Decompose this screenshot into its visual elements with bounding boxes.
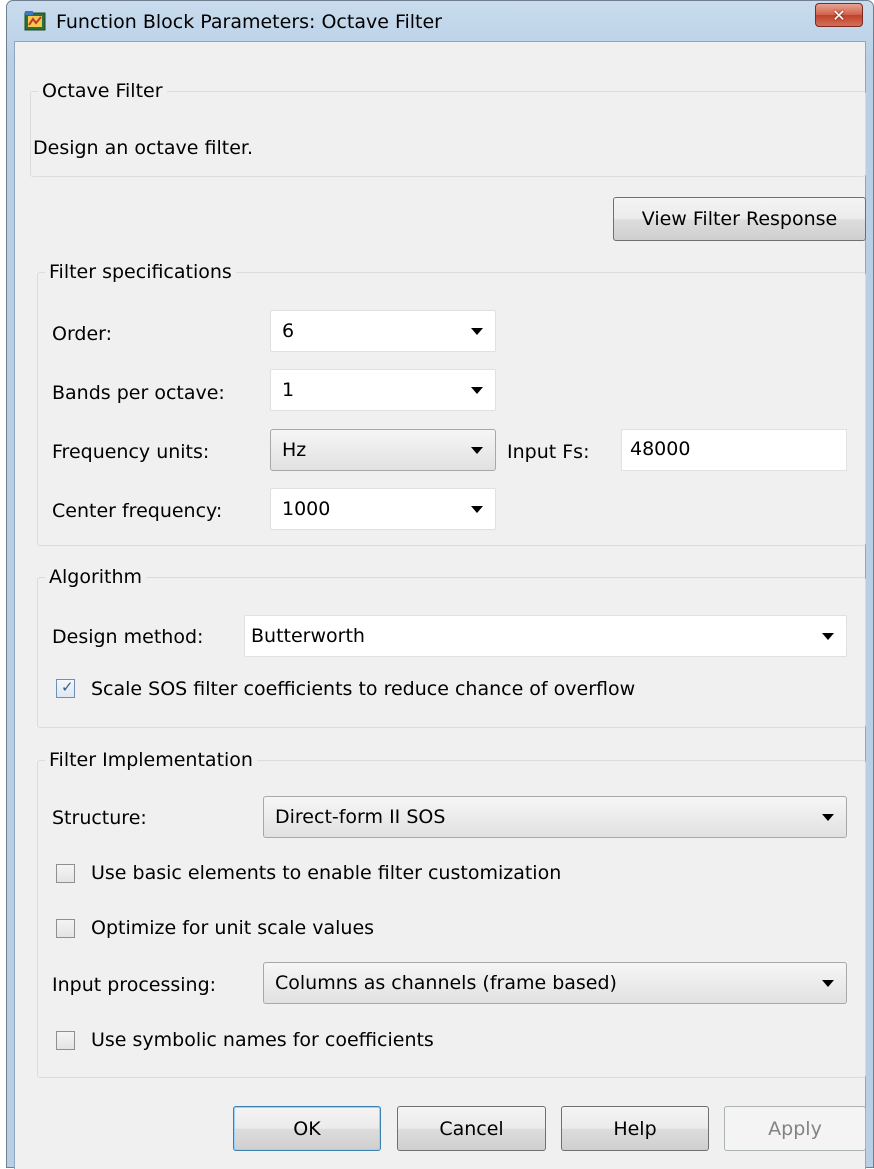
filter-implementation-legend: Filter Implementation — [49, 749, 253, 771]
input-processing-dropdown[interactable]: Columns as channels (frame based) — [263, 962, 847, 1004]
help-button[interactable]: Help — [561, 1106, 709, 1151]
description-group: Octave Filter — [30, 80, 866, 177]
chevron-down-icon — [822, 814, 834, 821]
order-value: 6 — [282, 320, 295, 342]
center-frequency-label: Center frequency: — [52, 500, 223, 522]
design-method-label: Design method: — [52, 626, 204, 648]
filter-specifications-legend: Filter specifications — [49, 261, 232, 283]
algorithm-legend: Algorithm — [49, 566, 143, 588]
description-group-legend: Octave Filter — [42, 80, 163, 102]
window-title: Function Block Parameters: Octave Filter — [56, 11, 442, 33]
optimize-unit-scale-label[interactable]: Optimize for unit scale values — [91, 917, 374, 939]
input-processing-value: Columns as channels (frame based) — [275, 972, 617, 994]
frequency-units-dropdown[interactable]: Hz — [270, 429, 496, 471]
bands-per-octave-value: 1 — [282, 379, 295, 401]
basic-elements-label[interactable]: Use basic elements to enable filter cust… — [91, 862, 561, 884]
order-label: Order: — [52, 323, 113, 345]
frequency-units-value: Hz — [282, 439, 307, 461]
design-method-dropdown[interactable]: Butterworth — [244, 615, 847, 657]
symbolic-names-checkbox[interactable] — [56, 1031, 75, 1050]
dialog-content: Octave Filter Design an octave filter. V… — [14, 41, 866, 1169]
title-bar[interactable]: Function Block Parameters: Octave Filter… — [7, 1, 873, 41]
checkmark-icon: ✓ — [61, 678, 74, 696]
basic-elements-checkbox[interactable] — [56, 864, 75, 883]
center-frequency-value: 1000 — [282, 498, 331, 520]
structure-dropdown[interactable]: Direct-form II SOS — [263, 796, 847, 838]
structure-value: Direct-form II SOS — [275, 806, 446, 828]
simulink-block-icon — [24, 11, 46, 31]
close-icon: ✕ — [832, 5, 846, 25]
close-button[interactable]: ✕ — [815, 3, 863, 27]
optimize-unit-scale-checkbox[interactable] — [56, 919, 75, 938]
order-dropdown[interactable]: 6 — [270, 310, 496, 352]
scale-sos-checkbox[interactable]: ✓ — [56, 678, 75, 698]
symbolic-names-label[interactable]: Use symbolic names for coefficients — [91, 1029, 434, 1051]
bands-per-octave-dropdown[interactable]: 1 — [270, 369, 496, 411]
ok-button[interactable]: OK — [233, 1106, 381, 1151]
input-fs-field[interactable] — [621, 429, 847, 471]
frequency-units-label: Frequency units: — [52, 441, 210, 463]
apply-button[interactable]: Apply — [724, 1106, 866, 1151]
design-method-value: Butterworth — [251, 625, 365, 647]
chevron-down-icon — [471, 387, 483, 394]
input-fs-input[interactable] — [630, 438, 830, 460]
cancel-button[interactable]: Cancel — [397, 1106, 546, 1151]
scale-sos-label[interactable]: Scale SOS filter coefficients to reduce … — [91, 678, 635, 700]
chevron-down-icon — [471, 506, 483, 513]
bands-per-octave-label: Bands per octave: — [52, 382, 225, 404]
chevron-down-icon — [471, 447, 483, 454]
description-text: Design an octave filter. — [33, 137, 253, 159]
input-processing-label: Input processing: — [52, 974, 217, 996]
chevron-down-icon — [471, 328, 483, 335]
chevron-down-icon — [822, 633, 834, 640]
input-fs-label: Input Fs: — [507, 441, 590, 463]
structure-label: Structure: — [52, 807, 147, 829]
chevron-down-icon — [822, 980, 834, 987]
center-frequency-dropdown[interactable]: 1000 — [270, 488, 496, 530]
view-filter-response-button[interactable]: View Filter Response — [613, 197, 866, 241]
dialog-window: Function Block Parameters: Octave Filter… — [6, 0, 874, 1169]
